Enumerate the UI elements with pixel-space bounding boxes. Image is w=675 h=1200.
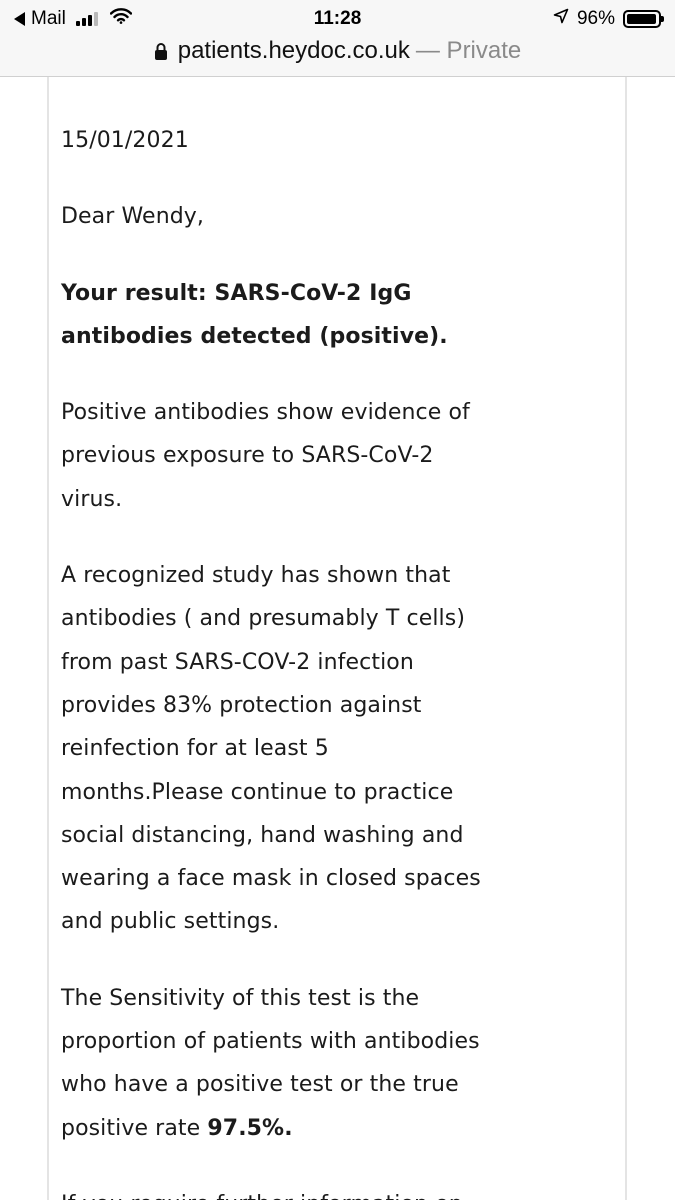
battery-percent: 96%	[576, 8, 615, 29]
battery-icon	[623, 10, 664, 28]
paragraph-line: wearing a face mask in closed spaces	[61, 866, 481, 892]
letter-body: 15/01/2021 Dear Wendy, Your result: SARS…	[61, 119, 531, 1200]
status-bar: Mail 11:28 96%	[0, 0, 675, 36]
paragraph-line: social distancing, hand washing and	[61, 822, 464, 848]
paragraph-line: A recognized study has shown that	[61, 563, 451, 589]
paragraph-line: and public settings.	[61, 909, 280, 935]
paragraph-line: proportion of patients with antibodies	[61, 1029, 480, 1055]
result-line: Your result: SARS-CoV-2 IgG	[61, 280, 412, 306]
url-domain: patients.heydoc.co.uk	[177, 37, 410, 64]
private-label: — Private	[415, 37, 522, 64]
paragraph-line: antibodies ( and presumably T cells)	[61, 606, 466, 632]
result-line: antibodies detected (positive).	[61, 323, 448, 349]
paragraph-line: The Sensitivity of this test is the	[61, 985, 420, 1011]
paragraph-line-last: positive rate 97.5%.	[61, 1107, 531, 1150]
paragraph-study: A recognized study has shown that antibo…	[61, 554, 531, 944]
lock-icon	[154, 42, 168, 61]
sensitivity-text: positive rate	[61, 1115, 208, 1141]
browser-top-bar: Mail 11:28 96% patients.heydoc.co.uk — P…	[0, 0, 675, 77]
letter-greeting: Dear Wendy,	[61, 204, 205, 230]
result-heading: Your result: SARS-CoV-2 IgG antibodies d…	[61, 272, 531, 359]
paragraph-line: provides 83% protection against	[61, 692, 422, 718]
location-arrow-icon	[553, 8, 569, 30]
address-bar[interactable]: patients.heydoc.co.uk — Private	[0, 34, 675, 68]
paragraph-sensitivity: The Sensitivity of this test is the prop…	[61, 977, 531, 1150]
right-status-group: 96%	[553, 6, 664, 32]
paragraph-exposure: Positive antibodies show evidence of pre…	[61, 391, 531, 521]
paragraph-line: who have a positive test or the true	[61, 1072, 459, 1098]
paragraph-line: Positive antibodies show evidence of	[61, 400, 470, 426]
sensitivity-value: 97.5%.	[207, 1115, 293, 1141]
paragraph-line: If you require further information on	[61, 1183, 531, 1200]
paragraph-line: virus.	[61, 486, 123, 512]
paragraph-line: from past SARS-COV-2 infection	[61, 649, 414, 675]
paragraph-further-info: If you require further information on	[61, 1183, 531, 1200]
paragraph-line: reinfection for at least 5	[61, 736, 329, 762]
letter-date: 15/01/2021	[61, 128, 189, 153]
paragraph-line: months.Please continue to practice	[61, 779, 454, 805]
paragraph-line: previous exposure to SARS-CoV-2	[61, 443, 434, 469]
